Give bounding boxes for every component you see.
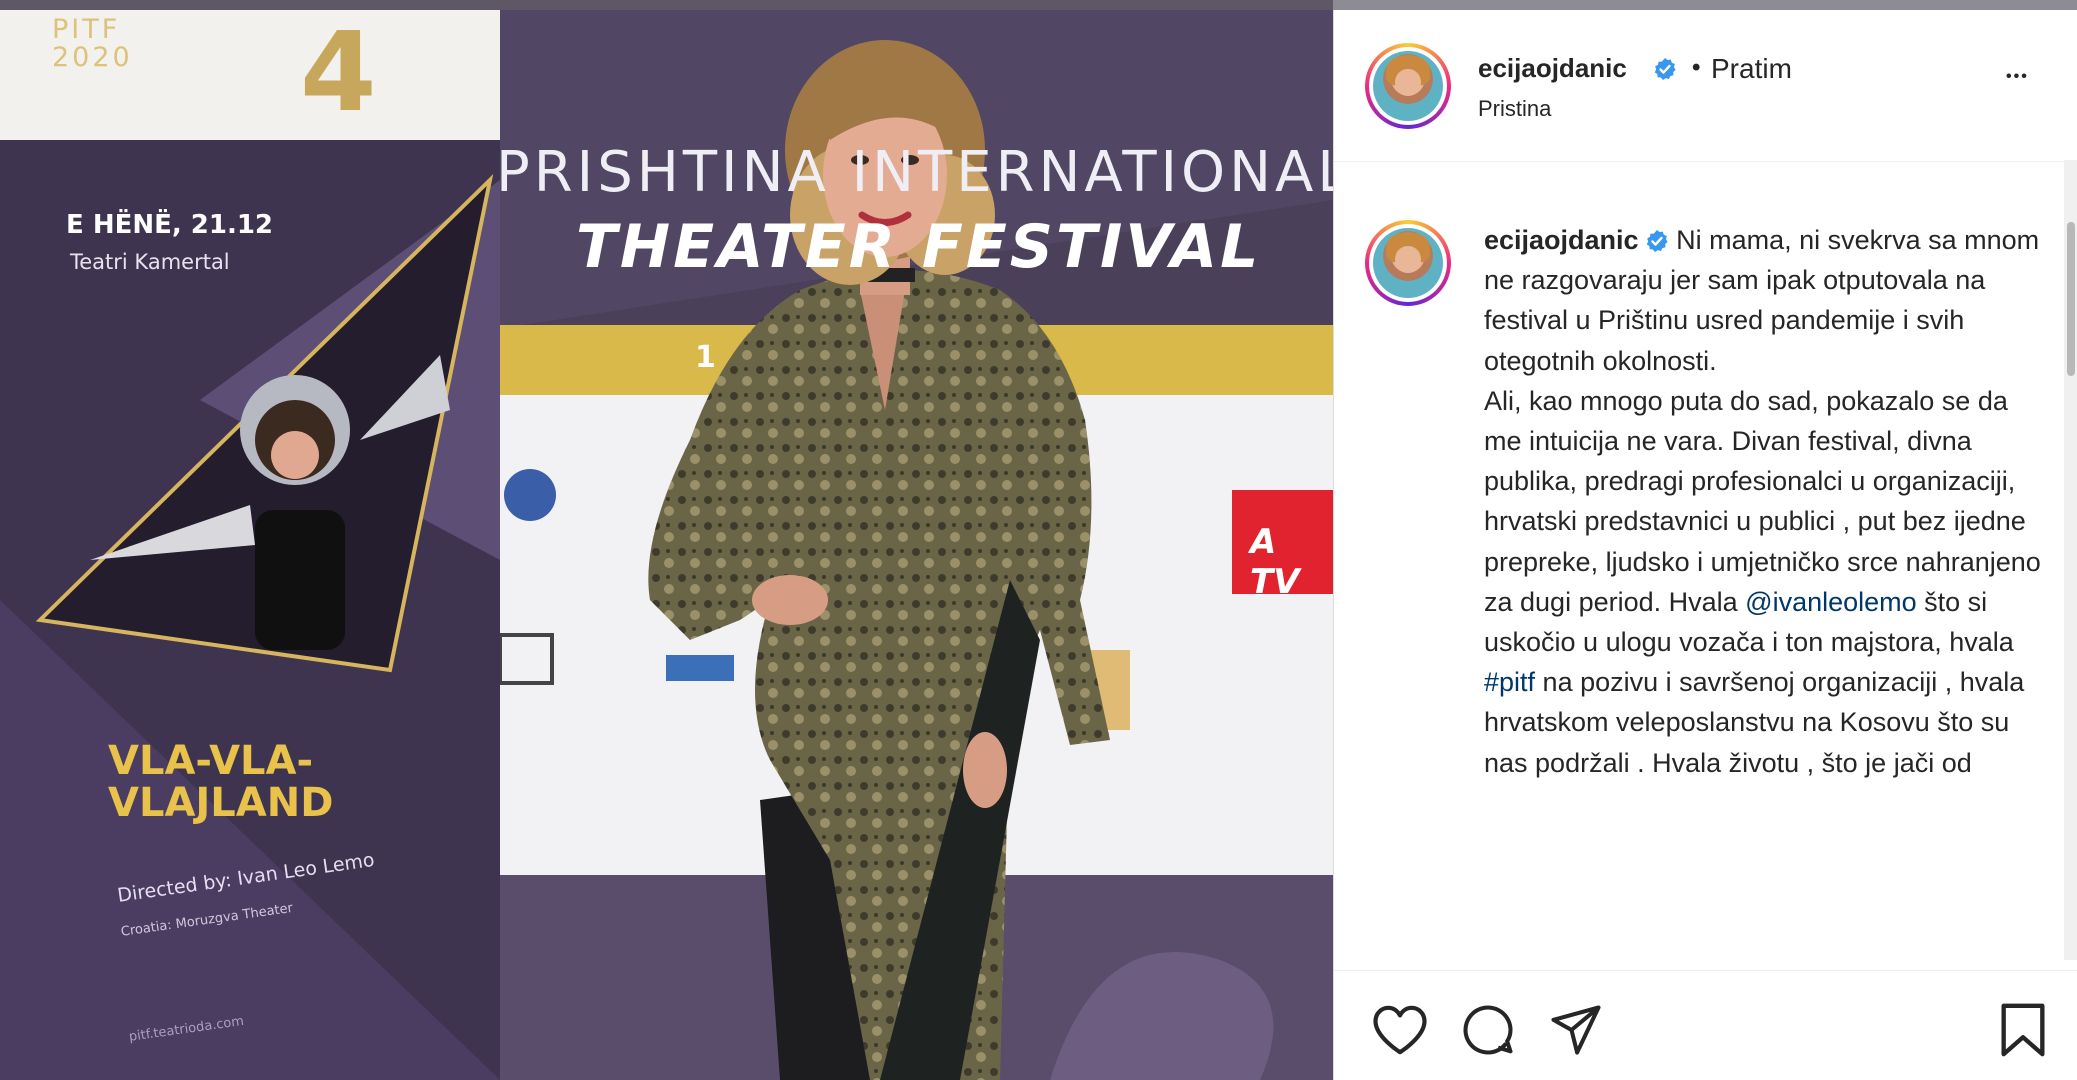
post-header: ecijaojdanic • Pratim Pristina ••• [1334,10,2077,162]
caption-scrollbar-thumb[interactable] [2067,222,2075,376]
follow-separator: • [1692,54,1701,81]
top-strip [1333,0,2077,10]
backdrop-line2: THEATER FESTIVAL [576,212,1262,282]
event-venue: Teatri Kamertal [70,250,230,274]
caption-hashtag-link[interactable]: #pitf [1484,667,1535,697]
header-username[interactable]: ecijaojdanic [1478,53,1627,84]
festival-tag: PITF 2020 [52,14,133,73]
post-photo[interactable]: PITF 2020 4 E HËNË, 21.12 Teatri Kamerta… [0,0,1333,1080]
event-date: E HËNË, 21.12 [66,210,274,240]
action-bar [1334,970,2077,1080]
festival-number: 4 [300,8,377,136]
header-avatar[interactable] [1365,43,1451,129]
heart-icon[interactable] [1372,1004,1428,1056]
more-options-button[interactable]: ••• [2006,68,2029,86]
caption-mention-link[interactable]: @ivanleolemo [1745,587,1917,617]
backdrop-line1: PRISHTINA INTERNATIONAL [496,140,1333,205]
comments-area[interactable]: ecijaojdanic Ni mama, ni svekrva sa mnom… [1334,162,2077,962]
caption-verified-icon [1646,230,1668,252]
share-icon[interactable] [1548,1003,1604,1057]
tv-logo: A TV [1250,522,1300,602]
post-side-panel: ecijaojdanic • Pratim Pristina ••• ecija… [1333,10,2077,1080]
caption-username[interactable]: ecijaojdanic [1484,225,1639,255]
header-location[interactable]: Pristina [1478,96,1551,122]
gold-strip-text: 1 [695,340,716,375]
comment-icon[interactable] [1460,1003,1516,1057]
play-title-line2: VLAJLAND [108,780,334,826]
follow-status-button[interactable]: Pratim [1711,53,1792,85]
caption-text-part4: na pozivu i savršenoj organizaciji , hva… [1484,667,2025,778]
post-caption: ecijaojdanic Ni mama, ni svekrva sa mnom… [1484,220,2044,783]
bookmark-icon[interactable] [1998,1001,2048,1059]
play-title-line1: VLA-VLA- [108,738,314,784]
caption-avatar[interactable] [1365,220,1451,306]
caption-text-part2: Ali, kao mnogo puta do sad, pokazalo se … [1484,385,2041,617]
verified-badge-icon [1654,58,1676,80]
